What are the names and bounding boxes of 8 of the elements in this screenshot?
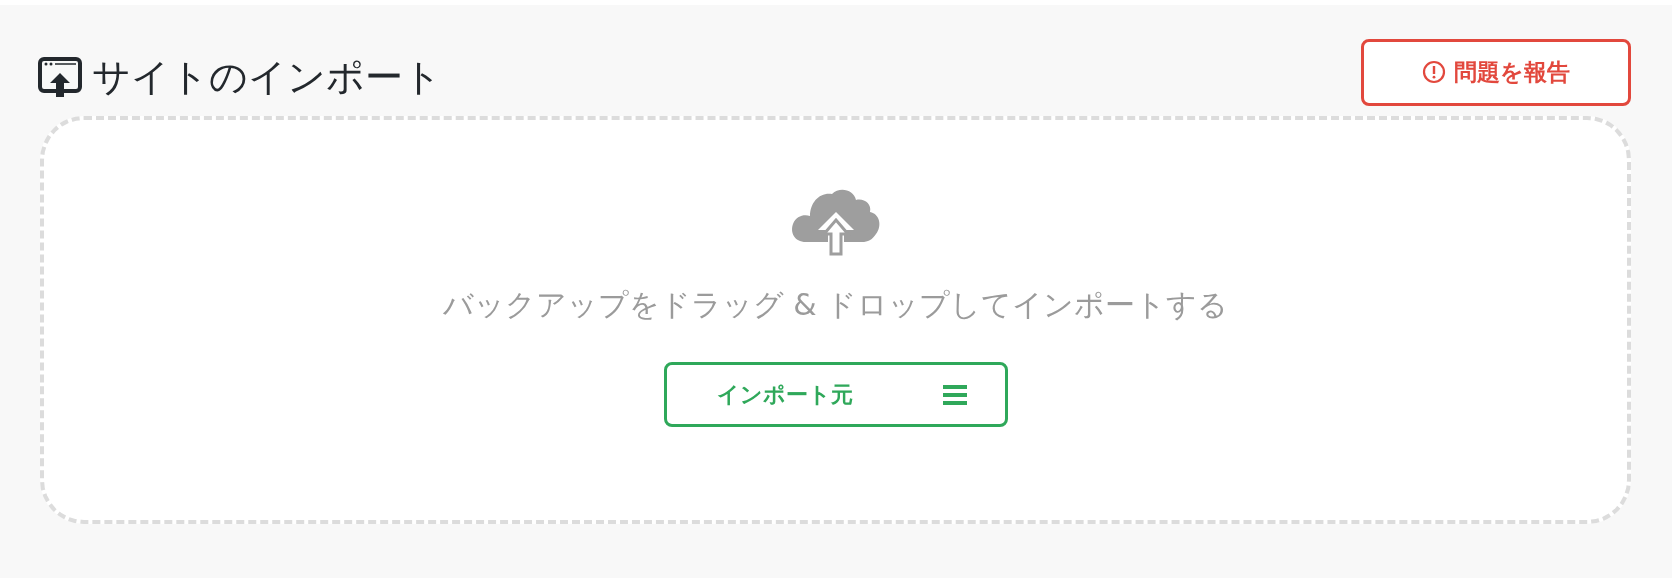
import-from-button[interactable]: インポート元 (663, 362, 1008, 427)
drop-instructions: バックアップをドラッグ & ドロップしてインポートする (442, 286, 1229, 324)
menu-icon (942, 384, 967, 405)
upload-window-icon (38, 57, 82, 97)
page-title: サイトのインポート (92, 53, 442, 101)
warning-icon (1422, 60, 1446, 84)
drop-zone[interactable]: バックアップをドラッグ & ドロップしてインポートする インポート元 (40, 116, 1631, 524)
report-issue-button[interactable]: 問題を報告 (1361, 38, 1631, 106)
